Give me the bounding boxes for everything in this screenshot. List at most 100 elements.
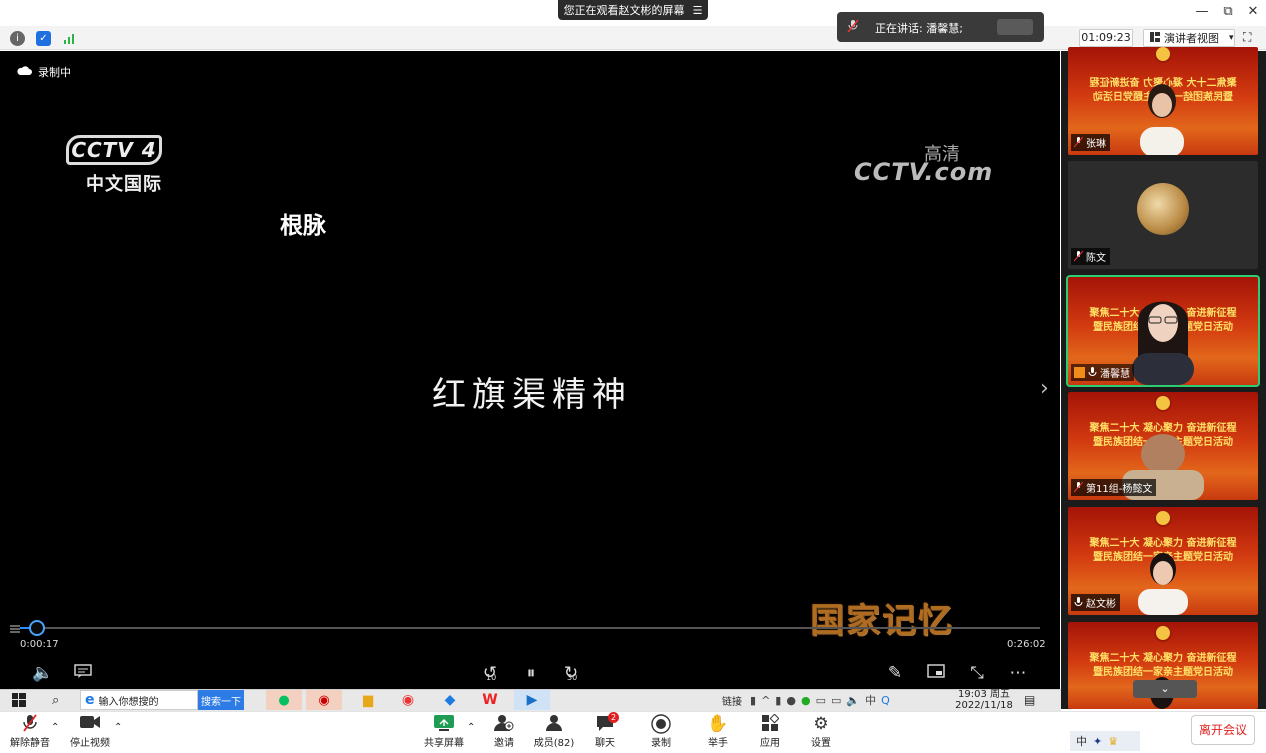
minimize-button[interactable]: —: [1192, 4, 1212, 22]
apps-label: 应用: [760, 738, 780, 749]
participant-tile[interactable]: 聚焦二十大 凝心聚力 奋进新征程 暨民族团结一家亲主题党日活动 第11组-杨懿文: [1068, 392, 1258, 500]
emblem-icon: [1154, 394, 1172, 412]
speaking-label: 正在讲话: 潘馨慧;: [875, 22, 963, 35]
recording-indicator: 录制中: [16, 64, 71, 80]
shield-icon[interactable]: ✓: [36, 31, 51, 46]
leave-meeting-button[interactable]: 离开会议: [1191, 715, 1255, 745]
pen-icon[interactable]: ✎: [882, 663, 908, 685]
folder-icon[interactable]: ▆: [356, 690, 380, 710]
speaker-icon: 🔈: [846, 693, 861, 707]
ie-icon: e: [85, 692, 95, 708]
video-subtitle: 红旗渠精神: [432, 375, 632, 415]
notification-icon[interactable]: ▤: [1024, 690, 1035, 710]
restore-button[interactable]: ⧉: [1218, 4, 1238, 22]
fullscreen-icon[interactable]: ⛶: [1243, 30, 1259, 46]
video-app-icon[interactable]: ▶: [514, 690, 550, 710]
clock[interactable]: 19:03 周五 2022/11/18: [952, 689, 1016, 711]
avatar: [1137, 183, 1189, 235]
pause-icon[interactable]: ⏸: [518, 663, 544, 685]
speaking-indicator: 正在讲话: 潘馨慧;: [837, 12, 1044, 42]
participant-name-tag: 潘馨慧: [1071, 364, 1134, 381]
system-tray[interactable]: ▮ ^ ▮ ● ● ▭ ▭ 🔈 中 Q: [750, 690, 890, 710]
media-player-icon[interactable]: ◉: [396, 690, 420, 710]
search-icon[interactable]: ⌕: [52, 690, 59, 710]
ime-skin-icon: ♛: [1108, 734, 1119, 748]
emblem-app-icon[interactable]: ◉: [306, 690, 342, 710]
share-screen-icon: [433, 714, 455, 734]
record-icon: [651, 714, 671, 734]
clock-date: 2022/11/18: [955, 700, 1013, 711]
view-mode-button[interactable]: 演讲者视图 ▾: [1143, 29, 1235, 47]
green-tray-icon: ●: [800, 693, 811, 707]
wps-icon[interactable]: W: [478, 690, 502, 710]
participant-name: 张琳: [1086, 139, 1106, 150]
chevron-up-icon: ^: [761, 693, 771, 707]
playlist-icon[interactable]: [10, 623, 22, 635]
scroll-down-button[interactable]: ⌄: [1133, 680, 1197, 698]
ime-lang-label: 中: [1076, 735, 1087, 748]
participant-tile-active[interactable]: 聚焦二十大 凝心聚力 奋进新征程 暨民族团结一家亲主题党日活动 潘馨慧: [1066, 275, 1260, 387]
forward-seconds: 30: [567, 673, 578, 682]
mic-tray-icon: ▮: [775, 693, 782, 707]
users-icon: [544, 714, 564, 734]
q-icon: Q: [881, 693, 890, 707]
settings-button[interactable]: ⚙ 设置: [791, 714, 851, 750]
program-logo: 国家记忆: [810, 601, 954, 641]
taskbar-search-input[interactable]: e 输入你想搜的: [80, 690, 198, 710]
shrink-icon[interactable]: ⤡: [964, 663, 990, 685]
rewind-icon[interactable]: ↺ 10: [477, 663, 503, 685]
cloud-app-icon[interactable]: ◆: [438, 690, 462, 710]
chat-button[interactable]: 聊天: [575, 714, 635, 750]
hd-label: 高清: [924, 144, 960, 165]
share-banner[interactable]: 您正在观看赵文彬的屏幕 ☰: [558, 0, 708, 20]
add-user-icon: [494, 714, 514, 734]
chevron-right-icon[interactable]: ›: [1040, 376, 1049, 401]
person-video: [1132, 301, 1194, 385]
share-screen-label: 共享屏幕: [424, 738, 464, 749]
participant-tile[interactable]: 聚焦二十大 凝心聚力 奋进新征程 暨民族团结一家亲主题党日活动 赵文彬: [1068, 507, 1258, 615]
grid-icon: [1150, 31, 1160, 45]
signal-icon[interactable]: [62, 31, 77, 46]
participant-tile[interactable]: 陈文: [1068, 161, 1258, 269]
progress-knob[interactable]: [29, 620, 45, 636]
share-screen-button[interactable]: 共享屏幕: [414, 714, 474, 750]
ime-toolbar[interactable]: 中 ✦ ♛: [1070, 731, 1140, 751]
participant-name: 陈文: [1086, 253, 1106, 264]
menu-icon[interactable]: ☰: [693, 4, 703, 17]
network-icon: ▭: [815, 693, 826, 707]
forward-icon[interactable]: ↻ 30: [558, 663, 584, 685]
members-label: 成员(82): [533, 738, 575, 749]
taskbar-search-placeholder: 输入你想搜的: [98, 696, 159, 708]
input-lang-label: 中: [865, 694, 877, 707]
raise-hand-button[interactable]: ✋ 举手: [688, 714, 748, 750]
participant-name: 赵文彬: [1086, 599, 1116, 610]
wechat-icon[interactable]: ●: [266, 690, 302, 710]
time-total: 0:26:02: [1007, 639, 1046, 650]
chevron-up-icon[interactable]: ⌃: [114, 722, 122, 733]
more-icon[interactable]: ⋯: [1005, 663, 1031, 685]
emblem-icon: [1154, 47, 1172, 63]
monitor-icon: ▭: [830, 693, 842, 707]
banner-line-1: 聚焦二十大 凝心聚力 奋进新征程: [1089, 653, 1237, 664]
close-button[interactable]: ✕: [1243, 4, 1263, 22]
chat-badge: 2: [608, 712, 619, 723]
progress-track[interactable]: [20, 627, 1040, 629]
person-video: [1138, 553, 1188, 615]
emblem-icon: [1154, 509, 1172, 527]
pip-icon[interactable]: [923, 663, 949, 685]
info-icon[interactable]: i: [10, 31, 25, 46]
mic-muted-icon: [1074, 251, 1083, 262]
record-button[interactable]: 录制: [631, 714, 691, 750]
chevron-up-icon[interactable]: ⌃: [51, 722, 59, 733]
taskbar-search-button[interactable]: 搜索一下: [198, 690, 244, 710]
rewind-seconds: 10: [486, 673, 497, 682]
subtitles-icon[interactable]: [70, 663, 96, 685]
stop-video-button[interactable]: 停止视频: [60, 714, 120, 750]
chevron-down-icon: ▾: [1229, 33, 1234, 43]
participant-name-tag: 第11组-杨懿文: [1071, 479, 1157, 496]
link-label[interactable]: 链接: [722, 690, 742, 710]
volume-icon[interactable]: 🔈: [30, 663, 56, 685]
participant-tile[interactable]: 聚焦二十大 凝心聚力 奋进新征程 暨民族团结一家亲主题党日活动 张琳: [1068, 47, 1258, 155]
windows-start-icon[interactable]: [12, 690, 26, 710]
raise-hand-label: 举手: [708, 738, 728, 749]
